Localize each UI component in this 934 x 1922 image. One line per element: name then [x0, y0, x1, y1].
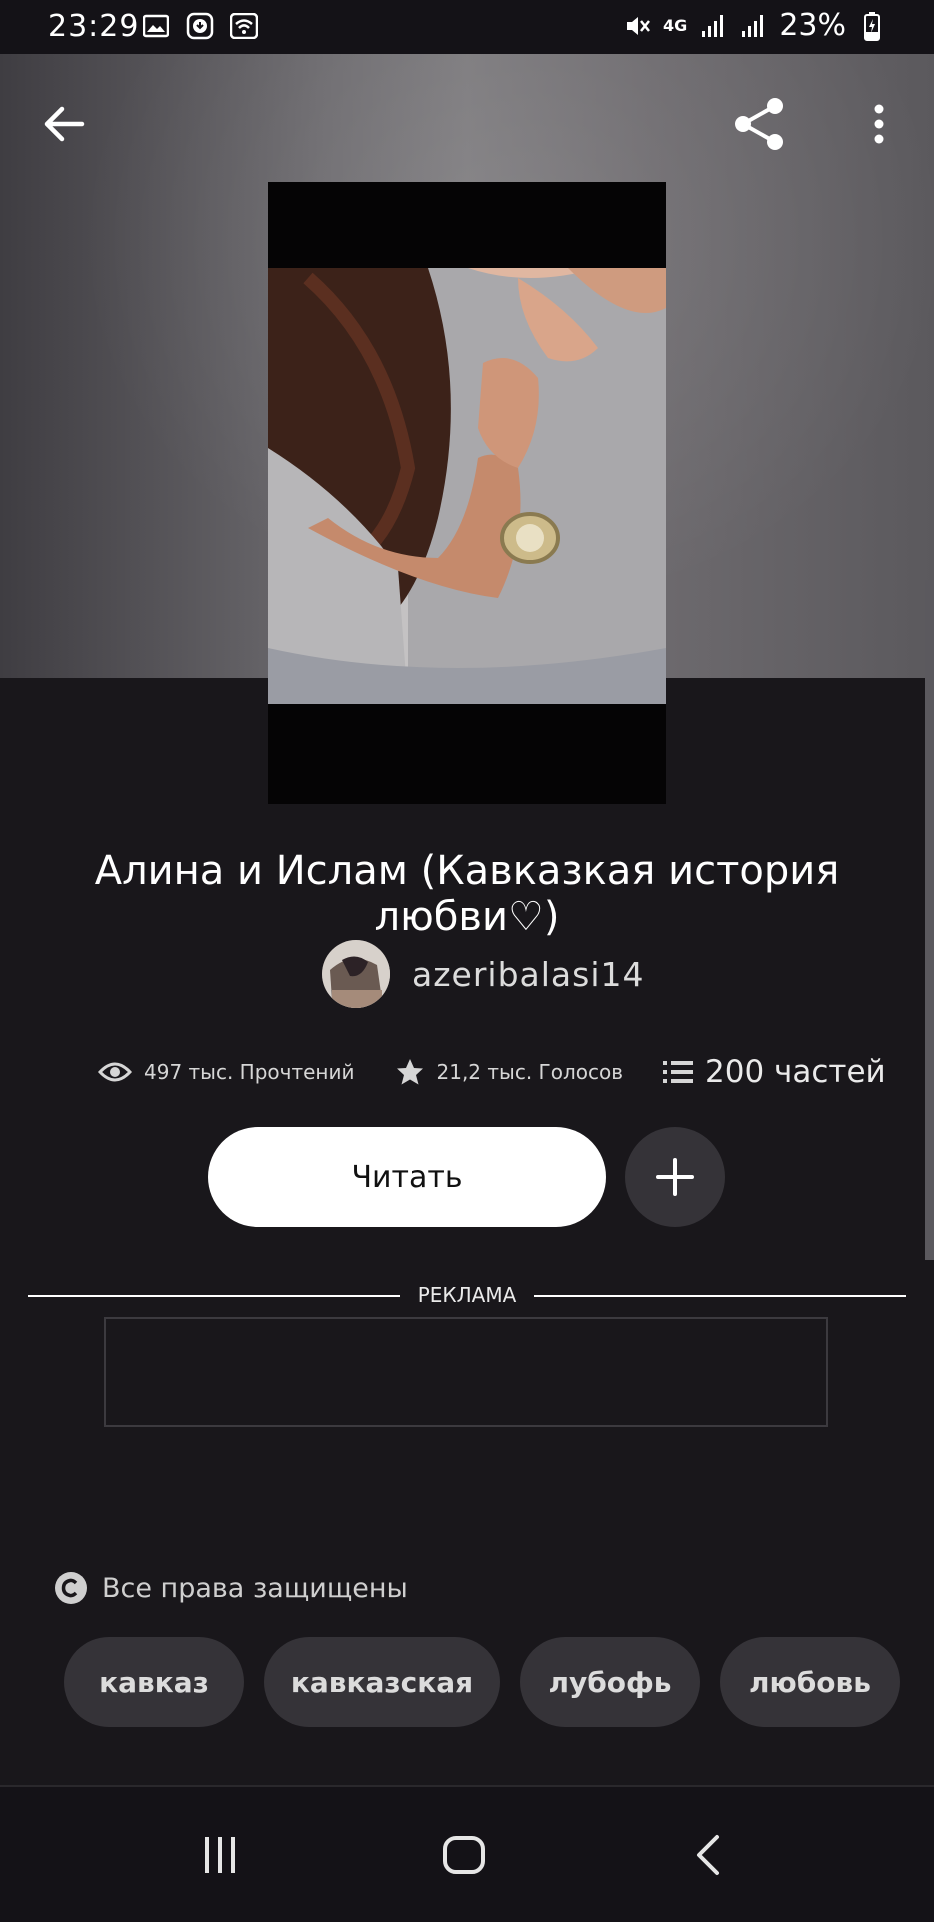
book-title: Алина и Ислам (Кавказкая история любви♡) [94, 848, 840, 940]
recents-button[interactable] [190, 1825, 250, 1885]
recents-icon [205, 1837, 235, 1873]
more-options-button[interactable] [847, 92, 911, 156]
votes-stat: 21,2 тыс. Голосов [395, 1057, 624, 1087]
stats-row: 497 тыс. Прочтений 21,2 тыс. Голосов 200… [98, 1050, 886, 1094]
back-button[interactable] [32, 92, 96, 156]
read-button[interactable]: Читать [208, 1127, 606, 1227]
tag-chip[interactable]: кавказская [264, 1637, 500, 1727]
nav-back-button[interactable] [678, 1825, 738, 1885]
signal-icon [739, 12, 767, 40]
wifi-icon [230, 12, 258, 40]
copyright-row: Все права защищены [54, 1571, 408, 1605]
list-icon [663, 1061, 694, 1083]
share-icon [735, 98, 783, 150]
more-vertical-icon [874, 104, 884, 144]
network-type: 4G [663, 15, 688, 35]
battery-percent: 23% [779, 8, 846, 43]
reads-stat: 497 тыс. Прочтений [98, 1060, 355, 1084]
tag-chip[interactable]: лубофь [520, 1637, 700, 1727]
tag-list: кавказ кавказская лубофь любовь [64, 1637, 900, 1727]
parts-count[interactable]: 200 частей [705, 1054, 886, 1090]
book-cover[interactable] [268, 182, 666, 804]
home-button[interactable] [434, 1825, 494, 1885]
status-time: 23:29 [48, 9, 140, 44]
eye-icon [98, 1062, 132, 1082]
author-avatar[interactable] [322, 940, 390, 1008]
copyright-text: Все права защищены [102, 1572, 408, 1604]
star-icon [396, 1059, 423, 1085]
ad-slot[interactable] [104, 1317, 828, 1427]
author-row[interactable]: azeribalasi14 [322, 940, 645, 1008]
votes-count: 21,2 тыс. Голосов [436, 1060, 624, 1084]
system-nav-bar [0, 1785, 934, 1922]
battery-charging-icon [858, 11, 886, 41]
home-icon [443, 1836, 485, 1874]
copyright-icon [55, 1572, 87, 1604]
gallery-icon [142, 12, 170, 40]
share-button[interactable] [728, 92, 792, 156]
ad-label: РЕКЛАМА [417, 1283, 517, 1307]
signal-icon [699, 12, 727, 40]
author-name[interactable]: azeribalasi14 [412, 955, 645, 994]
status-bar: 23:29 4G 23% [0, 0, 934, 54]
nav-back-icon [697, 1835, 719, 1875]
tag-chip[interactable]: любовь [720, 1637, 900, 1727]
arrow-left-icon [44, 106, 85, 142]
cover-photo [268, 268, 666, 704]
add-to-library-button[interactable] [625, 1127, 725, 1227]
reads-count: 497 тыс. Прочтений [144, 1060, 355, 1084]
mute-icon [623, 12, 651, 40]
plus-icon [656, 1158, 694, 1196]
download-icon [186, 12, 214, 40]
tag-chip[interactable]: кавказ [64, 1637, 244, 1727]
parts-stat[interactable]: 200 частей [663, 1054, 886, 1090]
scrollbar[interactable] [925, 580, 934, 1260]
